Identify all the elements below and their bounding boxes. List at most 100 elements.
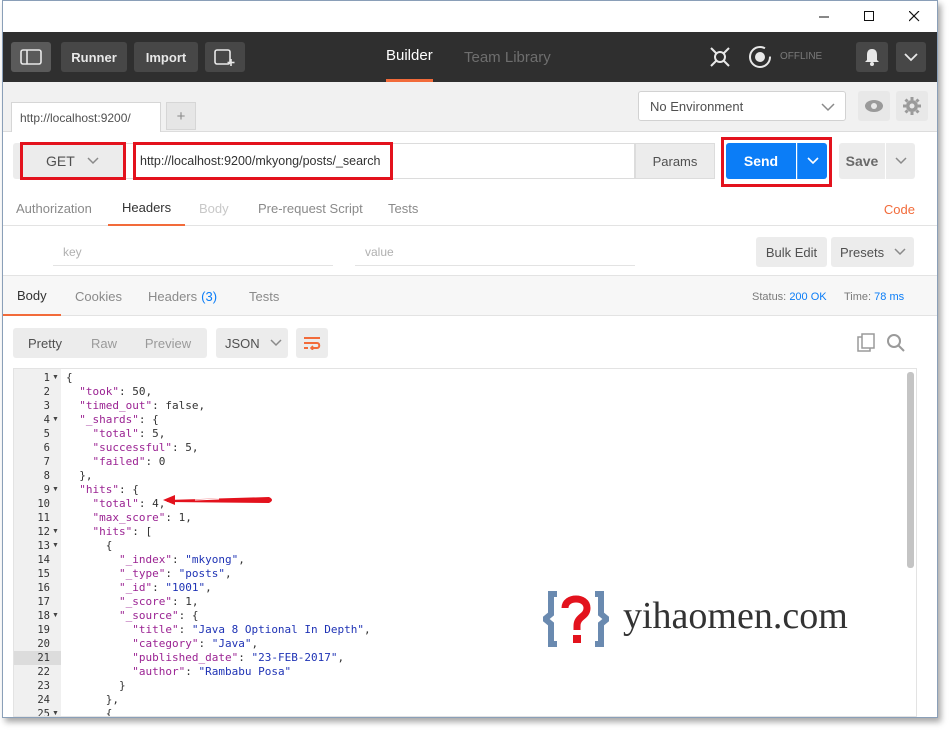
satellite-icon (710, 47, 730, 67)
close-button[interactable] (891, 1, 937, 32)
add-tab-button[interactable]: + (166, 102, 196, 130)
view-raw-button[interactable]: Raw (77, 328, 131, 358)
header-value-input[interactable]: value (355, 238, 635, 266)
environment-quick-look-button[interactable] (858, 91, 890, 121)
generate-code-link[interactable]: Code (884, 202, 915, 217)
line-number: 4 (43, 414, 50, 426)
request-tab[interactable]: http://localhost:9200/ (11, 102, 161, 132)
presets-button-label: Presets (840, 244, 885, 260)
postman-window: Runner Import Builder Team Library OFFLI… (2, 0, 938, 718)
view-pretty-button[interactable]: Pretty (13, 328, 77, 358)
save-options-button[interactable] (886, 143, 915, 179)
save-button[interactable]: Save (839, 143, 885, 179)
offline-label: OFFLINE (780, 51, 823, 62)
fold-toggle-icon[interactable]: ▼ (52, 483, 59, 497)
tab-tests[interactable]: Tests (388, 190, 418, 226)
maximize-button[interactable] (846, 1, 892, 32)
line-number: 17 (37, 596, 50, 608)
copy-response-button[interactable] (857, 333, 877, 353)
line-number: 20 (37, 638, 50, 650)
line-number: 25 (37, 708, 50, 717)
search-response-button[interactable] (886, 333, 906, 353)
request-sub-tabs: Authorization Headers Body Pre-request S… (3, 190, 937, 226)
response-status: Status: 200 OK (752, 291, 827, 303)
line-number: 15 (37, 568, 50, 580)
bell-icon (865, 49, 879, 66)
chevron-down-icon (821, 103, 835, 112)
copy-icon (857, 333, 875, 352)
tab-pre-request-script[interactable]: Pre-request Script (258, 190, 363, 226)
status-label: Status: (752, 291, 787, 303)
tab-response-headers[interactable]: Headers (3) (148, 276, 217, 316)
tab-headers[interactable]: Headers (108, 190, 186, 226)
runner-button[interactable]: Runner (61, 42, 127, 72)
tab-response-tests[interactable]: Tests (249, 276, 279, 316)
tab-body[interactable]: Body (199, 190, 229, 226)
editor-scrollbar[interactable] (907, 372, 914, 568)
annotation-arrow (163, 495, 272, 505)
code-line: "timed_out": false, (79, 399, 206, 412)
time-label: Time: (844, 291, 872, 303)
annotation-method-highlight (20, 142, 126, 180)
title-bar (3, 1, 937, 32)
settings-menu-button[interactable] (896, 42, 926, 72)
tab-team-library[interactable]: Team Library (464, 32, 551, 82)
request-url-row: GET http://localhost:9200/mkyong/posts/_… (3, 132, 937, 190)
fold-toggle-icon[interactable]: ▼ (52, 525, 59, 539)
line-number: 24 (37, 694, 50, 706)
line-number: 13 (37, 540, 50, 552)
toggle-sidebar-button[interactable] (11, 42, 51, 72)
params-button[interactable]: Params (635, 143, 715, 179)
chevron-down-icon (270, 339, 282, 347)
code-line: "published_date": "23-FEB-2017", (132, 651, 345, 664)
code-line: "_type": "posts", (118, 567, 232, 580)
line-number: 19 (37, 624, 50, 636)
fold-toggle-icon[interactable]: ▼ (52, 539, 59, 553)
line-number: 12 (37, 526, 50, 538)
code-line: "successful": 5, (92, 441, 199, 454)
header-key-input[interactable]: key (53, 238, 333, 266)
code-line: "category": "Java", (132, 637, 259, 650)
eye-icon (865, 100, 883, 112)
code-line: "_shards": { (79, 413, 159, 426)
tab-response-cookies[interactable]: Cookies (75, 276, 122, 316)
wrap-lines-icon (304, 337, 321, 350)
time-value: 78 ms (874, 291, 905, 303)
tab-response-body[interactable]: Body (3, 276, 61, 316)
response-code-editor[interactable]: 1 ▼{2 "took": 50, 3 "timed_out": false, 4 ▼ … (13, 368, 917, 717)
chevron-down-icon (894, 248, 906, 256)
sync-status-button[interactable] (747, 44, 773, 70)
bulk-edit-button[interactable]: Bulk Edit (756, 237, 827, 267)
tab-authorization[interactable]: Authorization (16, 190, 92, 226)
code-line: "total": 5, (92, 427, 166, 440)
fold-toggle-icon[interactable]: ▼ (52, 609, 59, 623)
watermark-text: yihaomen.com (623, 595, 848, 637)
format-select[interactable]: JSON (216, 328, 288, 358)
header-editor-row: key value Bulk Edit Presets (3, 226, 937, 276)
fold-toggle-icon[interactable]: ▼ (52, 707, 59, 716)
fold-toggle-icon[interactable]: ▼ (52, 413, 59, 427)
line-number: 5 (43, 428, 50, 440)
notifications-button[interactable] (856, 42, 888, 72)
interceptor-button[interactable] (707, 44, 733, 70)
line-number: 6 (43, 442, 50, 454)
minimize-button[interactable] (801, 1, 847, 32)
code-line: "_id": "1001", (118, 581, 212, 594)
response-body-toolbar: Pretty Raw Preview JSON (3, 316, 937, 368)
question-shield-icon (543, 591, 609, 647)
line-number: 7 (43, 456, 50, 468)
line-number: 22 (37, 666, 50, 678)
presets-button[interactable]: Presets (831, 237, 914, 267)
tab-builder[interactable]: Builder (386, 32, 433, 82)
maximize-icon (863, 11, 874, 21)
watermark-logo: yihaomen.com (543, 586, 873, 656)
fold-toggle-icon[interactable]: ▼ (52, 371, 59, 385)
view-preview-button[interactable]: Preview (133, 328, 203, 358)
new-tab-button[interactable] (205, 42, 245, 72)
environment-select[interactable]: No Environment (638, 91, 846, 121)
wrap-lines-button[interactable] (296, 328, 328, 358)
code-line: "title": "Java 8 Optional In Depth", (132, 623, 371, 636)
import-button[interactable]: Import (134, 42, 198, 72)
line-number: 10 (37, 498, 50, 510)
manage-environments-button[interactable] (896, 91, 928, 121)
